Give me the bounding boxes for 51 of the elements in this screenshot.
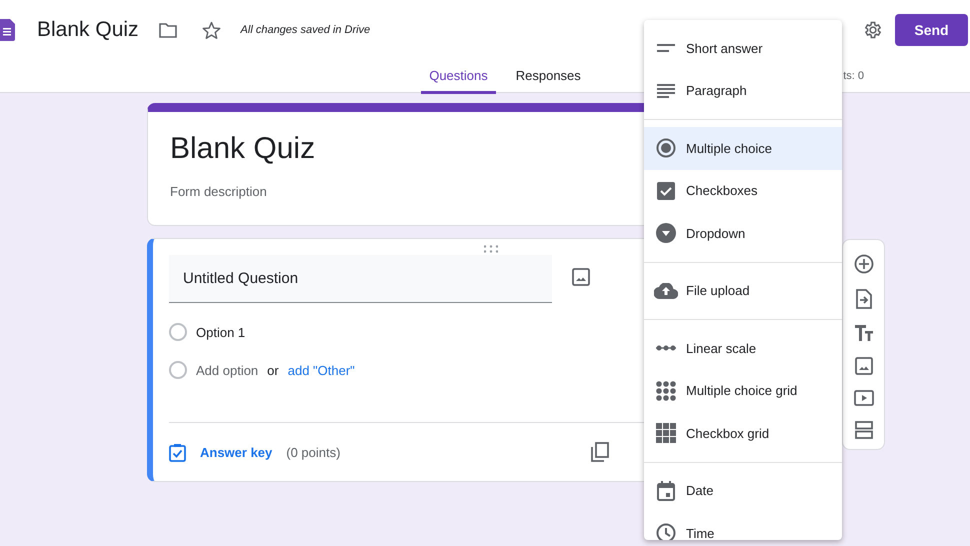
or-text: or (267, 362, 279, 378)
answer-key-link[interactable]: Answer key (200, 444, 272, 460)
menu-item[interactable]: Multiple choice grid (644, 370, 842, 412)
import-icon[interactable] (856, 289, 872, 309)
dropdown-icon (656, 223, 676, 244)
menu-item[interactable]: Checkbox grid (644, 412, 842, 454)
radio-icon (656, 138, 676, 158)
folder-icon[interactable] (158, 22, 177, 38)
clock-icon (656, 523, 676, 540)
add-option-text[interactable]: Add option (196, 362, 258, 378)
menu-item[interactable]: Paragraph (644, 70, 842, 112)
document-title[interactable]: Blank Quiz (37, 18, 139, 42)
section-icon[interactable] (854, 421, 872, 439)
drag-handle-icon[interactable] (484, 245, 498, 253)
menu-item[interactable]: Short answer (644, 27, 842, 70)
total-points: ts: 0 (843, 70, 864, 82)
radio-button[interactable] (169, 323, 187, 341)
menu-item[interactable]: Linear scale (644, 327, 842, 370)
menu-item[interactable]: Checkboxes (644, 170, 842, 212)
image-icon[interactable] (854, 357, 872, 375)
menu-item[interactable]: Date (644, 470, 842, 512)
forms-logo-icon[interactable] (0, 19, 15, 41)
cloud-upload-icon (654, 282, 678, 299)
short-answer-icon (657, 43, 675, 54)
title-text-icon[interactable] (854, 324, 874, 342)
add-circle-icon[interactable] (854, 254, 874, 274)
menu-item[interactable]: Dropdown (644, 212, 842, 254)
menu-item[interactable]: Multiple choice (644, 127, 842, 170)
add-other-link[interactable]: add "Other" (288, 362, 355, 378)
question-field[interactable]: Untitled Question (169, 255, 552, 303)
paragraph-icon (657, 84, 675, 98)
settings-icon[interactable] (863, 20, 883, 40)
linear-scale-icon (656, 345, 676, 352)
dot-grid-icon (656, 380, 676, 401)
tab[interactable]: Questions (421, 62, 496, 94)
option-label[interactable]: Option 1 (196, 324, 246, 340)
menu-item[interactable]: Time (644, 512, 842, 540)
tab[interactable]: Responses (508, 62, 589, 94)
checkbox-icon (657, 182, 675, 200)
answer-key-icon[interactable] (169, 442, 186, 462)
send-button[interactable]: Send (895, 14, 968, 46)
menu-item[interactable]: File upload (644, 270, 842, 312)
description-field[interactable]: Form description (170, 184, 570, 199)
star-icon[interactable] (202, 21, 221, 39)
copy-icon[interactable] (591, 442, 609, 462)
save-status: All changes saved in Drive (240, 24, 370, 36)
calendar-icon (657, 480, 675, 501)
points-text: (0 points) (286, 444, 340, 460)
square-grid-icon (656, 423, 676, 444)
image-icon[interactable] (572, 268, 590, 286)
video-icon[interactable] (854, 390, 874, 406)
